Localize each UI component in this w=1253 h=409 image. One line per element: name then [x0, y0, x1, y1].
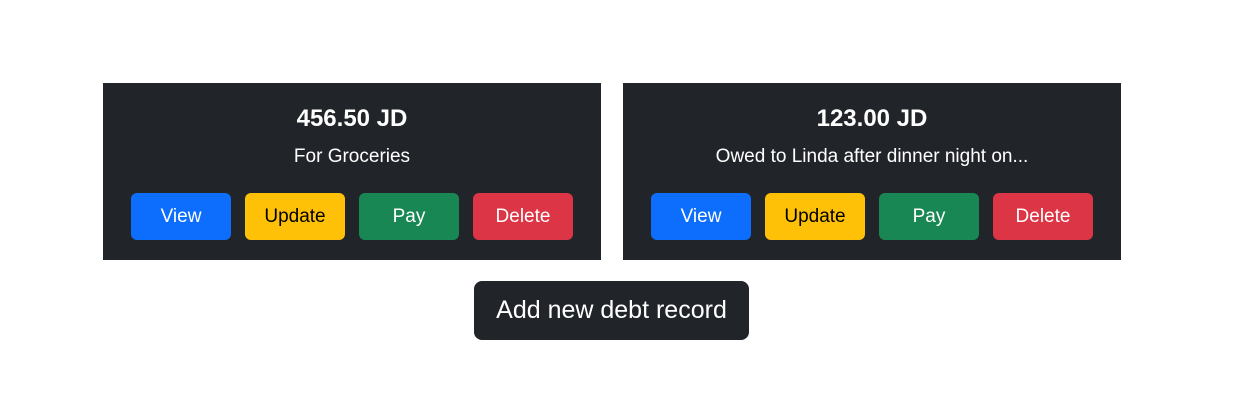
debt-actions: View Update Pay Delete [103, 193, 601, 240]
debt-actions: View Update Pay Delete [623, 193, 1121, 240]
debt-amount: 456.50 JD [296, 105, 408, 132]
view-button[interactable]: View [651, 193, 751, 240]
debt-card: 456.50 JD For Groceries View Update Pay … [103, 83, 601, 260]
add-debt-record-button[interactable]: Add new debt record [474, 281, 749, 340]
debt-card-list: 456.50 JD For Groceries View Update Pay … [103, 83, 1121, 260]
debt-description: Owed to Linda after dinner night on... [715, 146, 1029, 167]
delete-button[interactable]: Delete [993, 193, 1093, 240]
debt-description: For Groceries [293, 146, 411, 167]
pay-button[interactable]: Pay [879, 193, 979, 240]
delete-button[interactable]: Delete [473, 193, 573, 240]
view-button[interactable]: View [131, 193, 231, 240]
update-button[interactable]: Update [245, 193, 345, 240]
debt-amount: 123.00 JD [816, 105, 928, 132]
debt-card: 123.00 JD Owed to Linda after dinner nig… [623, 83, 1121, 260]
pay-button[interactable]: Pay [359, 193, 459, 240]
update-button[interactable]: Update [765, 193, 865, 240]
